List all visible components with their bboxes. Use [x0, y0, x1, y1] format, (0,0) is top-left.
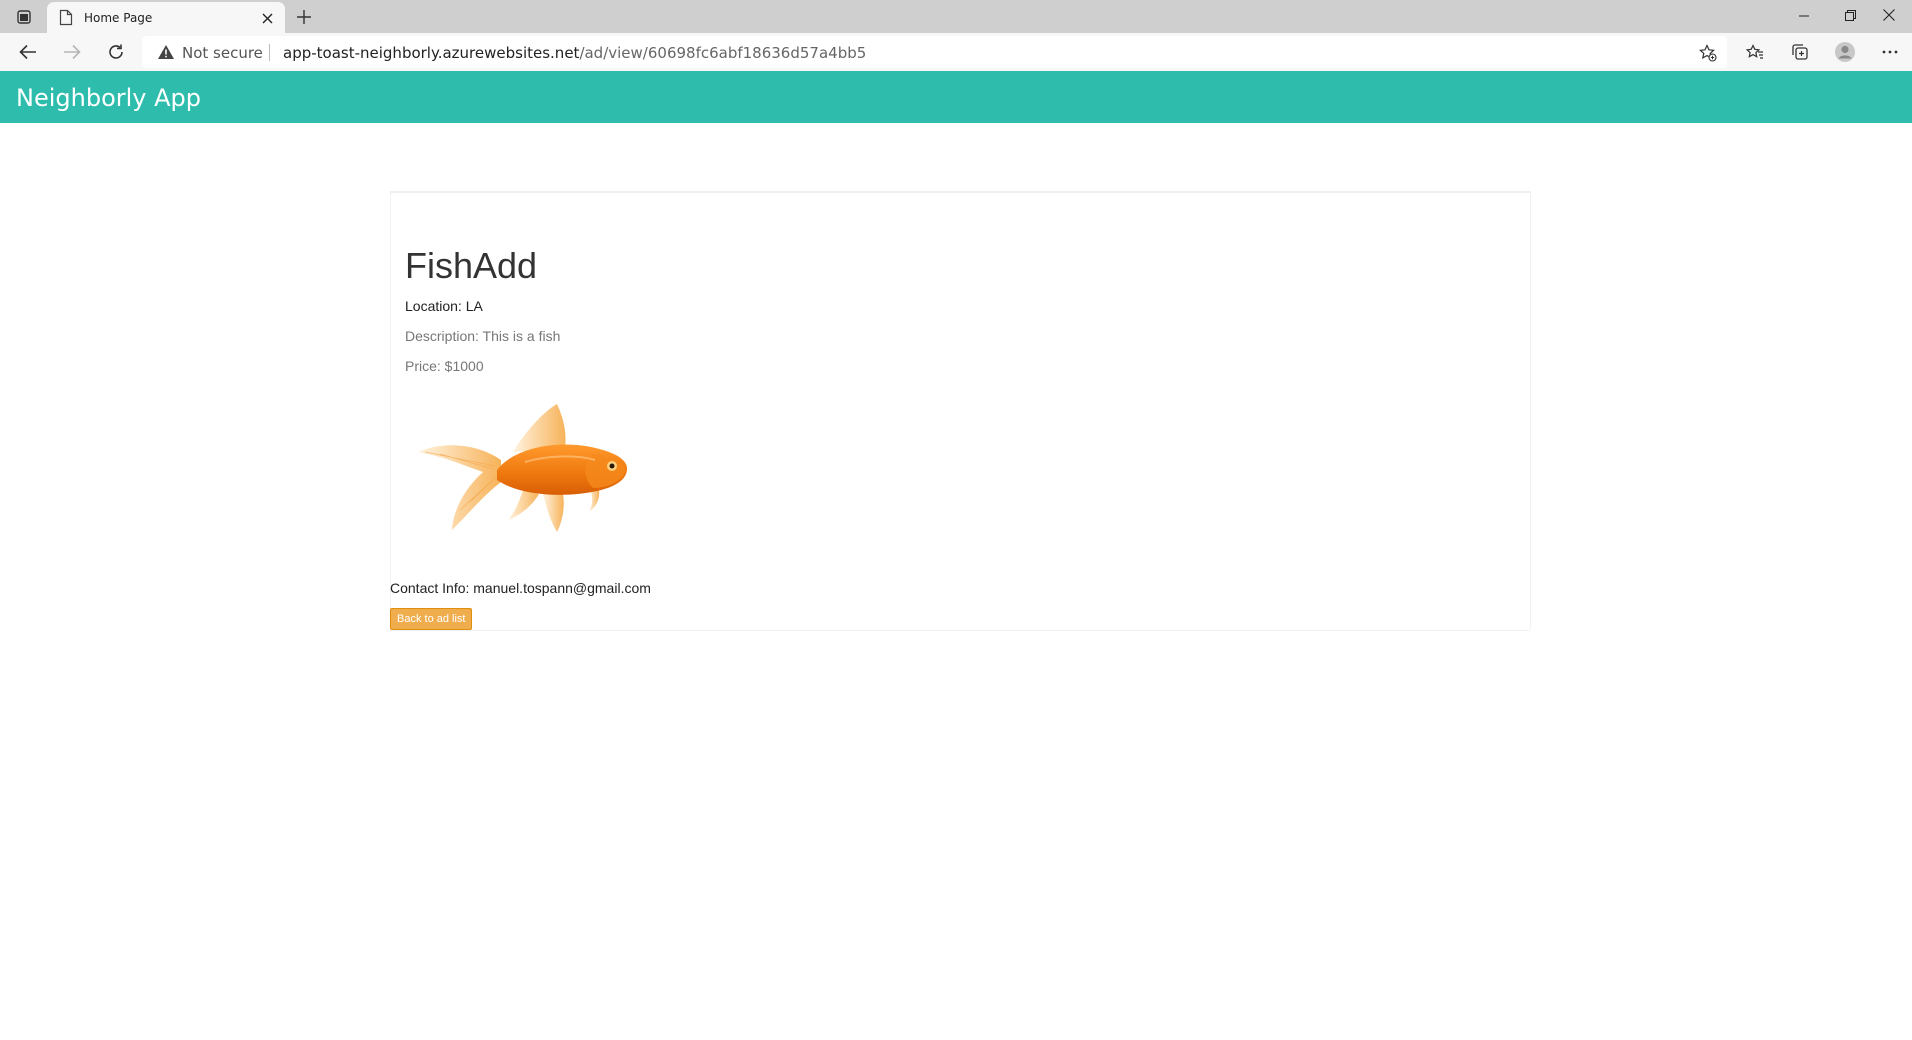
url-text[interactable]: app-toast-neighborly.azurewebsites.net/a…	[283, 44, 866, 62]
url-host: app-toast-neighborly.azurewebsites.net	[283, 44, 580, 62]
ad-description: Description: This is a fish	[405, 328, 561, 344]
add-favorite-icon[interactable]	[1697, 42, 1719, 64]
browser-toolbar: Not secure app-toast-neighborly.azureweb…	[0, 33, 1912, 71]
collections-icon[interactable]	[1784, 38, 1816, 66]
forward-arrow-icon[interactable]	[56, 38, 88, 66]
app-navbar: Neighborly App	[0, 71, 1912, 123]
ad-location: Location: LA	[405, 298, 483, 314]
tab-actions-icon[interactable]	[10, 6, 38, 28]
close-tab-icon[interactable]	[259, 10, 275, 26]
security-label[interactable]: Not secure	[182, 44, 263, 62]
minimize-icon[interactable]	[1781, 0, 1827, 30]
back-arrow-icon[interactable]	[12, 38, 44, 66]
url-path: /ad/view/60698fc6abf18636d57a4bb5	[579, 44, 867, 62]
browser-tab[interactable]: Home Page	[47, 2, 285, 33]
refresh-icon[interactable]	[100, 38, 132, 66]
contact-info: Contact Info: manuel.tospann@gmail.com	[390, 580, 651, 596]
divider	[390, 191, 1531, 193]
address-separator	[269, 44, 270, 61]
browser-tab-strip: Home Page	[0, 0, 1912, 33]
ad-price: Price: $1000	[405, 358, 484, 374]
new-tab-icon[interactable]	[292, 6, 316, 28]
ad-title: FishAdd	[405, 245, 538, 286]
favorites-icon[interactable]	[1739, 38, 1771, 66]
page-icon	[59, 9, 73, 31]
warning-icon[interactable]	[157, 44, 175, 65]
close-window-icon[interactable]	[1866, 0, 1912, 30]
tab-title: Home Page	[84, 11, 153, 25]
back-to-ad-list-button[interactable]: Back to ad list	[390, 608, 473, 630]
brand-link[interactable]: Neighborly App	[16, 84, 201, 112]
address-bar[interactable]: Not secure app-toast-neighborly.azureweb…	[142, 36, 1727, 68]
goldfish-image	[415, 402, 630, 537]
more-menu-icon[interactable]	[1874, 38, 1906, 66]
profile-avatar-icon[interactable]	[1829, 38, 1861, 66]
